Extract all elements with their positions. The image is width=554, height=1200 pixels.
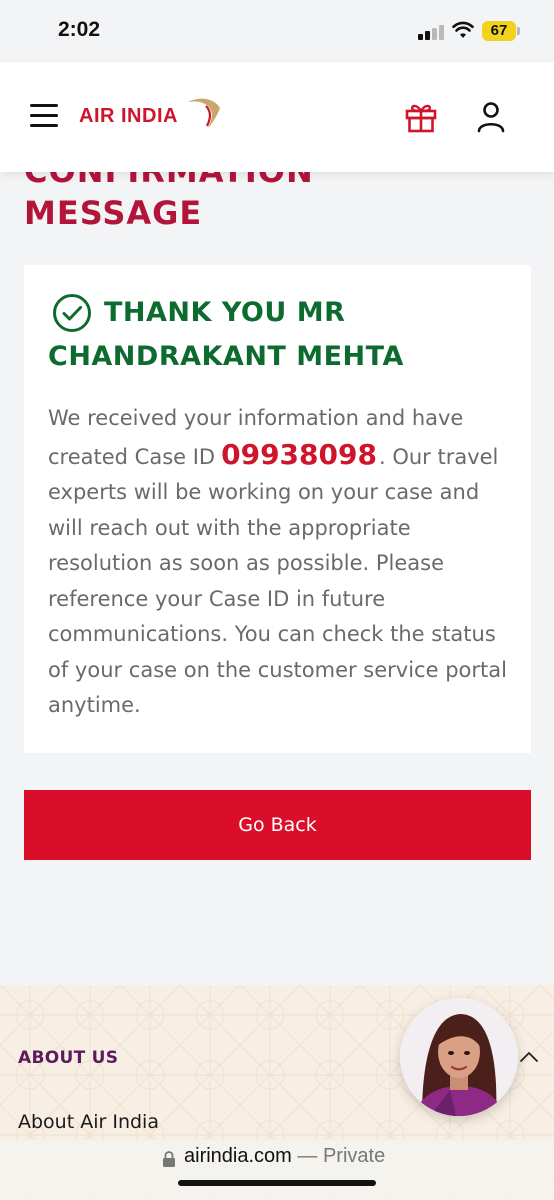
thank-you-heading: THANK YOU MR CHANDRAKANT MEHTA [48, 291, 518, 379]
air-india-logo[interactable]: AIR INDIA [79, 105, 178, 128]
url-text[interactable]: airindia.com — Private [184, 1145, 385, 1168]
about-air-india-link[interactable]: About Air India [18, 1111, 159, 1133]
battery-nub [517, 27, 520, 35]
user-icon[interactable] [474, 100, 508, 134]
air-india-swoosh-logo [188, 98, 220, 128]
signal-icon [418, 24, 446, 40]
go-back-button[interactable]: Go Back [24, 790, 531, 860]
thank-you-line2: CHANDRAKANT MEHTA [48, 341, 404, 372]
wifi-icon [452, 21, 474, 38]
lock-icon [163, 1151, 175, 1167]
url-domain: airindia.com [184, 1145, 292, 1167]
assistant-face-icon [400, 998, 518, 1116]
about-us-heading[interactable]: ABOUT US [18, 1048, 118, 1068]
browser-url-bar[interactable]: airindia.com — Private [0, 1140, 554, 1200]
battery-icon: 67 [482, 21, 516, 41]
home-indicator[interactable] [178, 1180, 376, 1186]
virtual-assistant-avatar[interactable] [400, 998, 518, 1116]
confirmation-message: We received your information and have cr… [48, 401, 518, 724]
confirmation-card: THANK YOU MR CHANDRAKANT MEHTA We receiv… [24, 265, 531, 753]
status-bar: 2:02 67 [0, 0, 554, 62]
chevron-up-icon[interactable] [518, 1049, 540, 1065]
page-title-line: MESSAGE [24, 194, 203, 232]
hamburger-menu-icon[interactable] [30, 104, 58, 128]
private-label: — Private [291, 1145, 386, 1167]
status-time: 2:02 [58, 18, 101, 41]
site-header: AIR INDIA [0, 62, 554, 172]
case-id: 09938098 [221, 437, 377, 471]
message-after-id: . Our travel experts will be working on … [48, 444, 507, 718]
thank-you-line1: THANK YOU MR [104, 297, 346, 328]
gift-icon[interactable] [404, 100, 438, 134]
